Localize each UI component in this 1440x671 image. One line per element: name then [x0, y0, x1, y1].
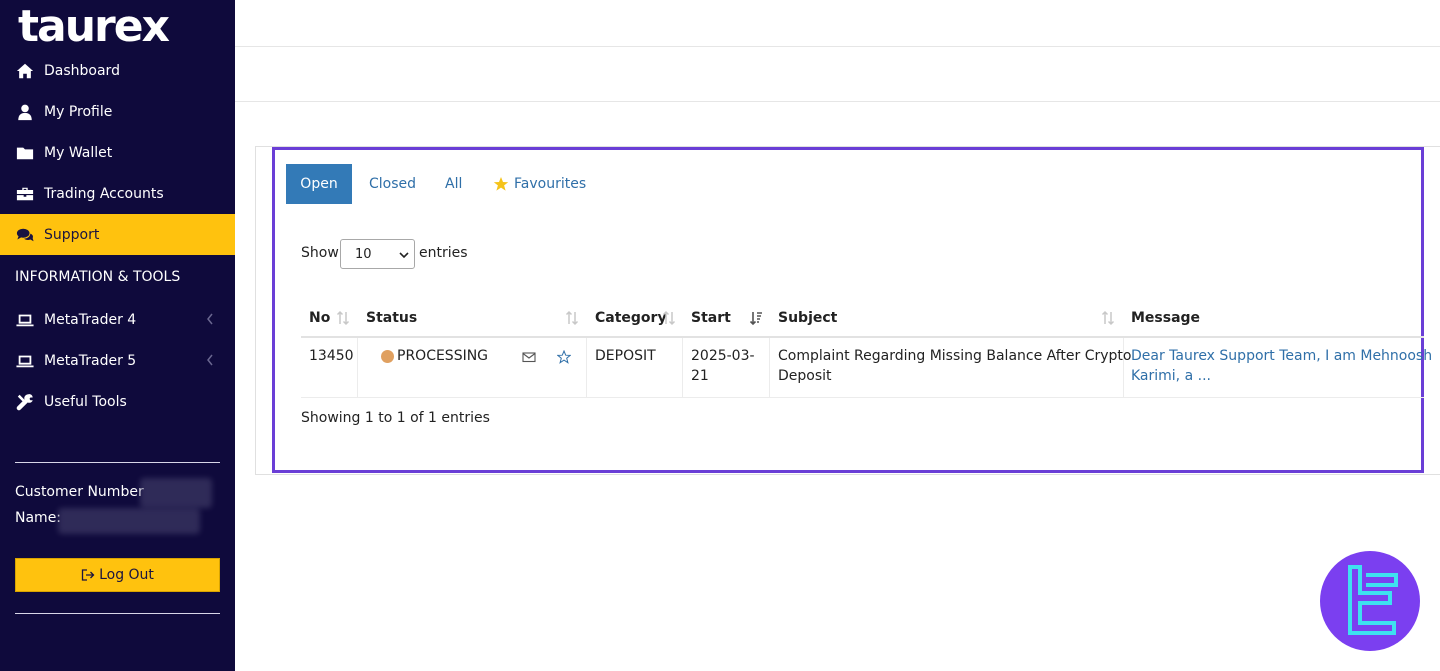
sort-icon[interactable] — [565, 310, 579, 326]
entries-select[interactable]: 10 — [340, 239, 415, 269]
briefcase-icon — [15, 185, 35, 203]
chevron-down-icon — [399, 252, 409, 259]
section-heading: INFORMATION & TOOLS — [15, 269, 181, 285]
ticket-message-line2: Karimi, a ... — [1131, 368, 1211, 384]
comments-icon — [15, 226, 35, 244]
column-header-category[interactable]: Category — [595, 300, 667, 336]
column-header-subject[interactable]: Subject — [778, 300, 837, 336]
folder-icon — [15, 144, 35, 162]
logout-label: Log Out — [99, 567, 154, 583]
entries-label: entries — [419, 245, 468, 261]
sidebar: taurex Dashboard My Profile My Wallet Tr… — [0, 0, 235, 671]
entries-select-value: 10 — [355, 246, 372, 262]
ticket-number[interactable]: 13450 — [309, 346, 354, 366]
user-icon — [15, 103, 35, 121]
sidebar-item-label: MetaTrader 4 — [44, 311, 137, 328]
sidebar-item-label: Dashboard — [44, 62, 120, 79]
taurex-logo[interactable]: taurex — [18, 2, 170, 52]
column-divider — [357, 338, 358, 397]
ticket-subject-line2: Deposit — [778, 368, 832, 384]
chevron-left-icon — [205, 312, 215, 326]
column-header-message[interactable]: Message — [1131, 300, 1200, 336]
customer-number-label: Customer Number — [15, 484, 144, 500]
sort-icon[interactable] — [1101, 310, 1115, 326]
envelope-icon[interactable] — [522, 350, 536, 364]
sidebar-item-label: My Profile — [44, 103, 113, 120]
star-icon — [493, 177, 509, 191]
sidebar-item-label: MetaTrader 5 — [44, 352, 137, 369]
ticket-start-date-line1: 2025-03- — [691, 348, 755, 364]
column-divider — [586, 338, 587, 397]
tab-favourites[interactable]: Favourites — [493, 164, 586, 204]
brand-badge-logo — [1320, 551, 1420, 651]
redacted-customer-number — [140, 478, 212, 508]
ticket-subject[interactable]: Complaint Regarding Missing Balance Afte… — [778, 346, 1131, 386]
sort-desc-icon[interactable] — [749, 310, 763, 326]
sidebar-item-useful-tools[interactable]: Useful Tools — [0, 381, 235, 422]
sidebar-item-label: Useful Tools — [44, 393, 127, 410]
favourite-star-icon[interactable] — [556, 349, 572, 364]
ticket-message-line1: Dear Taurex Support Team, I am Mehnoosh — [1131, 348, 1433, 364]
ticket-subject-line1: Complaint Regarding Missing Balance Afte… — [778, 348, 1132, 364]
ticket-start-date: 2025-03- 21 — [691, 346, 755, 386]
redacted-name — [58, 508, 200, 534]
laptop-icon — [15, 352, 35, 370]
tab-all[interactable]: All — [445, 164, 462, 204]
logout-button[interactable]: Log Out — [15, 558, 220, 592]
sidebar-item-dashboard[interactable]: Dashboard — [0, 50, 235, 91]
sidebar-item-metatrader-5[interactable]: MetaTrader 5 — [0, 340, 235, 381]
home-icon — [15, 62, 35, 80]
sidebar-item-label: Trading Accounts — [44, 185, 164, 202]
tab-favourites-label: Favourites — [514, 176, 587, 192]
chevron-left-icon — [205, 353, 215, 367]
tab-closed[interactable]: Closed — [369, 164, 416, 204]
sidebar-item-label: My Wallet — [44, 144, 113, 161]
sidebar-item-metatrader-4[interactable]: MetaTrader 4 — [0, 299, 235, 340]
sign-out-icon — [81, 569, 95, 581]
column-divider — [682, 338, 683, 397]
name-label: Name: — [15, 510, 62, 526]
table-info: Showing 1 to 1 of 1 entries — [301, 410, 490, 426]
sidebar-item-label: Support — [44, 226, 100, 243]
sub-bar — [235, 47, 1440, 102]
column-header-status[interactable]: Status — [366, 300, 417, 336]
tab-open[interactable]: Open — [286, 164, 352, 204]
status-badge: PROCESSING — [397, 348, 489, 364]
sidebar-divider — [15, 462, 220, 463]
ticket-message-link[interactable]: Dear Taurex Support Team, I am Mehnoosh … — [1131, 346, 1432, 386]
laptop-icon — [15, 311, 35, 329]
show-label: Show — [301, 245, 339, 261]
column-divider — [769, 338, 770, 397]
status-dot — [381, 350, 394, 363]
sidebar-divider — [15, 613, 220, 614]
sidebar-item-my-wallet[interactable]: My Wallet — [0, 132, 235, 173]
sidebar-item-trading-accounts[interactable]: Trading Accounts — [0, 173, 235, 214]
sort-icon[interactable] — [336, 310, 350, 326]
top-bar — [235, 0, 1440, 47]
column-header-start[interactable]: Start — [691, 300, 731, 336]
column-header-no[interactable]: No — [309, 300, 330, 336]
sort-icon[interactable] — [662, 310, 676, 326]
sidebar-item-my-profile[interactable]: My Profile — [0, 91, 235, 132]
sidebar-item-support[interactable]: Support — [0, 214, 235, 255]
table-row-divider — [301, 397, 1424, 398]
table-header-divider — [301, 336, 1424, 338]
ticket-start-date-line2: 21 — [691, 368, 709, 384]
tools-icon — [15, 393, 35, 411]
ticket-category: DEPOSIT — [595, 348, 656, 364]
